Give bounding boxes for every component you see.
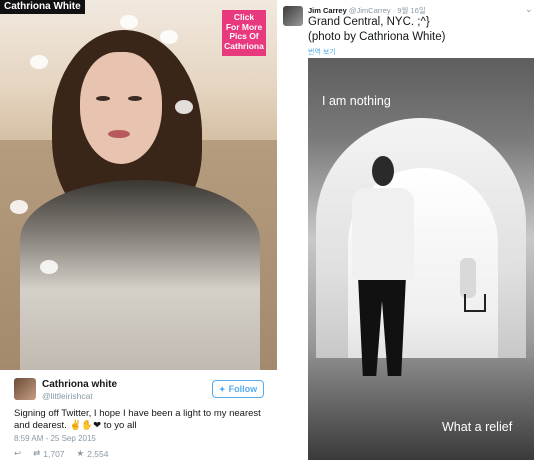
tweet-text: Signing off Twitter, I hope I have been …	[14, 408, 261, 431]
tweet-text-line1: Grand Central, NYC. ;^}	[308, 16, 430, 28]
avatar[interactable]	[283, 6, 303, 26]
left-panel: Cathriona White Click For More Pics Of C…	[0, 0, 277, 465]
photo-man-head	[372, 156, 394, 186]
photo-floor	[308, 358, 534, 460]
blossom	[175, 100, 193, 114]
tweet-author-handle: @JimCarrey	[348, 6, 391, 15]
tweet-author-handle[interactable]: @littleirishcat	[42, 391, 93, 401]
photo-eye-right	[128, 96, 142, 101]
favorite-count: 2,554	[87, 448, 109, 459]
retweet-icon: ⇄	[33, 448, 41, 458]
blossom	[30, 55, 48, 69]
tweet-timestamp[interactable]: 8:59 AM - 25 Sep 2015	[14, 434, 96, 443]
star-icon: ★	[76, 448, 85, 458]
tweet-text-line2: (photo by Cathriona White)	[308, 31, 446, 43]
translate-link[interactable]: 번역 보기	[308, 47, 336, 57]
photo-worker	[460, 258, 476, 298]
bird-icon: ✦	[218, 384, 226, 394]
follow-label: Follow	[228, 384, 258, 394]
grand-central-photo[interactable]: I am nothing What a relief	[308, 58, 534, 460]
photo-eye-left	[96, 96, 110, 101]
follow-button[interactable]: ✦ Follow	[212, 380, 264, 398]
tweet-author-name: Jim Carrey	[308, 6, 347, 15]
photo-face	[80, 52, 162, 164]
avatar[interactable]	[14, 378, 36, 400]
reply-icon[interactable]: ↩	[14, 448, 21, 459]
name-watermark: Cathriona White	[0, 0, 85, 14]
blossom	[120, 15, 138, 29]
photo-lips	[108, 130, 130, 138]
photo-sweater	[20, 180, 260, 370]
retweet-count: 1,707	[43, 448, 65, 459]
photo-cart	[464, 294, 486, 312]
photo-man-jacket	[352, 188, 414, 280]
favorite-action[interactable]: ★ 2,554	[77, 448, 109, 459]
chevron-down-icon[interactable]: ⌄	[525, 4, 533, 15]
blossom	[160, 30, 178, 44]
tweet-actions: ↩ ⇄ 1,707 ★ 2,554	[14, 448, 108, 459]
retweet-action[interactable]: ⇄ 1,707	[33, 448, 64, 459]
blossom	[40, 260, 58, 274]
photo-caption-bottom: What a relief	[442, 420, 513, 434]
tweet-date-separator: ·	[392, 6, 396, 15]
tweet-card-cathriona: Cathriona white @littleirishcat ✦ Follow…	[0, 370, 277, 465]
blossom	[10, 200, 28, 214]
right-panel: Jim Carrey @JimCarrey · 9월 16일 ⌄ Grand C…	[277, 0, 540, 465]
photo-caption-top: I am nothing	[322, 94, 391, 108]
more-pics-button[interactable]: Click For More Pics Of Cathriona	[222, 10, 266, 56]
tweet-author-line[interactable]: Jim Carrey @JimCarrey · 9월 16일	[308, 5, 426, 16]
tweet-date: 9월 16일	[397, 6, 426, 15]
tweet-author-name[interactable]: Cathriona white	[42, 379, 117, 390]
